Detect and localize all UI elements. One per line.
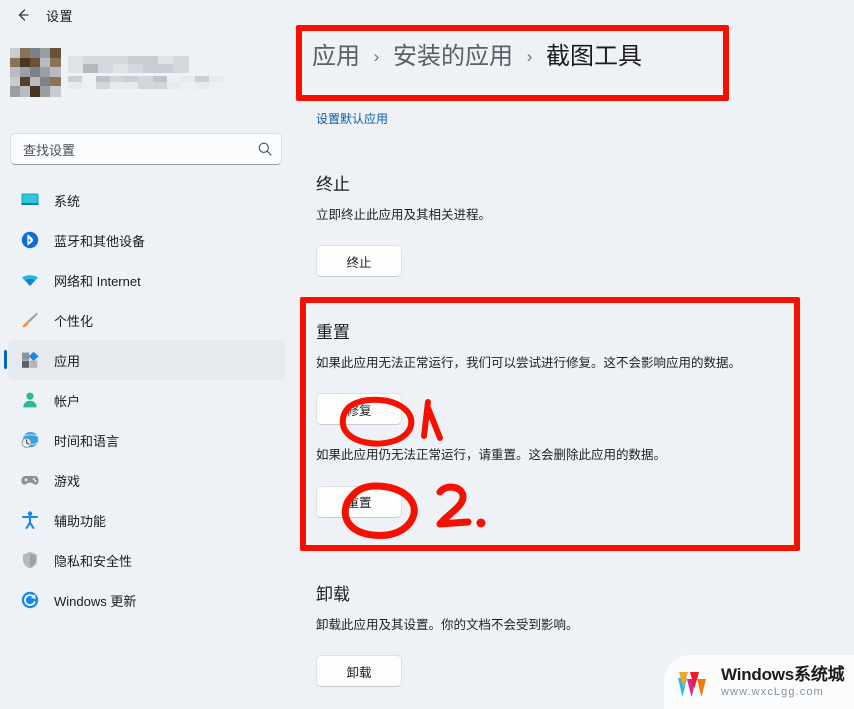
sidebar-item-label: 蓝牙和其他设备 bbox=[54, 231, 145, 250]
wifi-icon bbox=[20, 270, 40, 290]
sidebar-item-4[interactable]: 个性化 bbox=[8, 300, 286, 340]
terminate-button[interactable]: 终止 bbox=[316, 245, 402, 277]
watermark-text: Windows系统城 www.wxcLgg.com bbox=[721, 666, 844, 698]
breadcrumb-item-current: 截图工具 bbox=[546, 43, 642, 70]
sidebar-item-label: 时间和语言 bbox=[54, 431, 119, 450]
sidebar-item-10[interactable]: 隐私和安全性 bbox=[8, 540, 286, 580]
sidebar-item-7[interactable]: 时间和语言 bbox=[8, 420, 286, 460]
user-email-redacted bbox=[68, 76, 223, 88]
gamepad-icon bbox=[20, 470, 40, 490]
reset-heading: 重置 bbox=[316, 318, 796, 343]
accessibility-icon bbox=[20, 510, 40, 530]
title-bar: 设置 bbox=[0, 0, 300, 30]
update-icon bbox=[20, 590, 40, 610]
terminate-heading: 终止 bbox=[316, 170, 746, 195]
sidebar-item-label: 系统 bbox=[54, 191, 80, 210]
reset-description: 如果此应用仍无法正常运行，请重置。这会删除此应用的数据。 bbox=[316, 446, 796, 465]
wifi-icon bbox=[20, 270, 40, 290]
breadcrumb-separator: › bbox=[374, 47, 380, 66]
watermark-url: www.wxcLgg.com bbox=[721, 686, 844, 698]
user-profile[interactable] bbox=[10, 38, 280, 94]
avatar bbox=[10, 48, 60, 96]
sidebar-item-label: 隐私和安全性 bbox=[54, 551, 132, 570]
back-arrow-icon bbox=[14, 6, 32, 24]
breadcrumb-separator: › bbox=[527, 47, 533, 66]
sidebar-item-6[interactable]: 帐户 bbox=[8, 380, 286, 420]
sidebar-item-3[interactable]: 网络和 Internet bbox=[8, 260, 286, 300]
breadcrumb-item-installed-apps[interactable]: 安装的应用 bbox=[393, 43, 513, 70]
sidebar-item-11[interactable]: Windows 更新 bbox=[8, 580, 286, 620]
account-icon bbox=[20, 390, 40, 410]
sidebar-item-label: 辅助功能 bbox=[54, 511, 106, 530]
reset-section: 重置 如果此应用无法正常运行，我们可以尝试进行修复。这不会影响应用的数据。 修复… bbox=[316, 318, 796, 518]
sidebar-item-label: Windows 更新 bbox=[54, 591, 136, 610]
apps-icon bbox=[20, 350, 40, 370]
default-apps-link[interactable]: 设置默认应用 bbox=[316, 110, 388, 127]
breadcrumb-item-apps[interactable]: 应用 bbox=[312, 43, 360, 70]
terminate-description: 立即终止此应用及其相关进程。 bbox=[316, 206, 746, 225]
shield-icon bbox=[20, 550, 40, 570]
sidebar-item-5[interactable]: 应用 bbox=[8, 340, 286, 380]
sidebar-item-label: 游戏 bbox=[54, 471, 80, 490]
shield-icon bbox=[20, 550, 40, 570]
watermark: Windows系统城 www.wxcLgg.com bbox=[664, 655, 854, 709]
paintbrush-icon bbox=[20, 310, 40, 330]
sidebar-item-label: 个性化 bbox=[54, 311, 93, 330]
gamepad-icon bbox=[20, 470, 40, 490]
watermark-title: Windows系统城 bbox=[721, 666, 844, 684]
sidebar-item-label: 应用 bbox=[54, 351, 80, 370]
search-input[interactable]: 查找设置 bbox=[10, 133, 282, 165]
search-icon bbox=[257, 141, 273, 157]
account-icon bbox=[20, 390, 40, 410]
back-button[interactable] bbox=[8, 3, 38, 27]
sidebar-item-2[interactable]: 蓝牙和其他设备 bbox=[8, 220, 286, 260]
sidebar-item-9[interactable]: 辅助功能 bbox=[8, 500, 286, 540]
user-name-redacted bbox=[68, 56, 188, 72]
accessibility-icon bbox=[20, 510, 40, 530]
sidebar-item-label: 帐户 bbox=[54, 391, 80, 410]
sidebar: 查找设置 系统蓝牙和其他设备 网络和 Internet 个性化应用帐户时间和语言游戏… bbox=[0, 30, 292, 709]
clock-globe-icon bbox=[20, 430, 40, 450]
paintbrush-icon bbox=[20, 310, 40, 330]
uninstall-button[interactable]: 卸载 bbox=[316, 655, 402, 687]
repair-button[interactable]: 修复 bbox=[316, 393, 402, 425]
settings-window: 设置 查找设置 系统 蓝牙和其他设备 网络和 Internet 个性化 应用 帐户 时间和语… bbox=[0, 0, 854, 709]
uninstall-description: 卸载此应用及其设置。你的文档不会受到影响。 bbox=[316, 616, 746, 635]
breadcrumb: 应用 › 安装的应用 › 截图工具 bbox=[312, 36, 642, 71]
clock-globe-icon bbox=[20, 430, 40, 450]
update-icon bbox=[20, 590, 40, 610]
content-pane: 应用 › 安装的应用 › 截图工具 设置默认应用 终止 立即终止此应用及其相关进… bbox=[300, 0, 854, 709]
sidebar-item-1[interactable]: 系统 bbox=[8, 180, 286, 220]
sidebar-nav: 系统蓝牙和其他设备 网络和 Internet 个性化应用帐户时间和语言游戏辅助功能隐… bbox=[8, 180, 286, 620]
apps-icon bbox=[20, 350, 40, 370]
search-placeholder: 查找设置 bbox=[23, 140, 257, 159]
repair-description: 如果此应用无法正常运行，我们可以尝试进行修复。这不会影响应用的数据。 bbox=[316, 354, 781, 373]
bluetooth-icon bbox=[20, 230, 40, 250]
monitor-icon bbox=[20, 190, 40, 210]
watermark-logo-icon bbox=[674, 666, 714, 698]
terminate-section: 终止 立即终止此应用及其相关进程。 终止 bbox=[316, 170, 746, 277]
reset-button[interactable]: 重置 bbox=[316, 486, 402, 518]
sidebar-item-8[interactable]: 游戏 bbox=[8, 460, 286, 500]
uninstall-heading: 卸载 bbox=[316, 580, 746, 605]
window-title: 设置 bbox=[46, 6, 73, 25]
sidebar-item-label: 网络和 Internet bbox=[54, 271, 141, 290]
monitor-icon bbox=[20, 190, 40, 210]
bluetooth-icon bbox=[20, 230, 40, 250]
